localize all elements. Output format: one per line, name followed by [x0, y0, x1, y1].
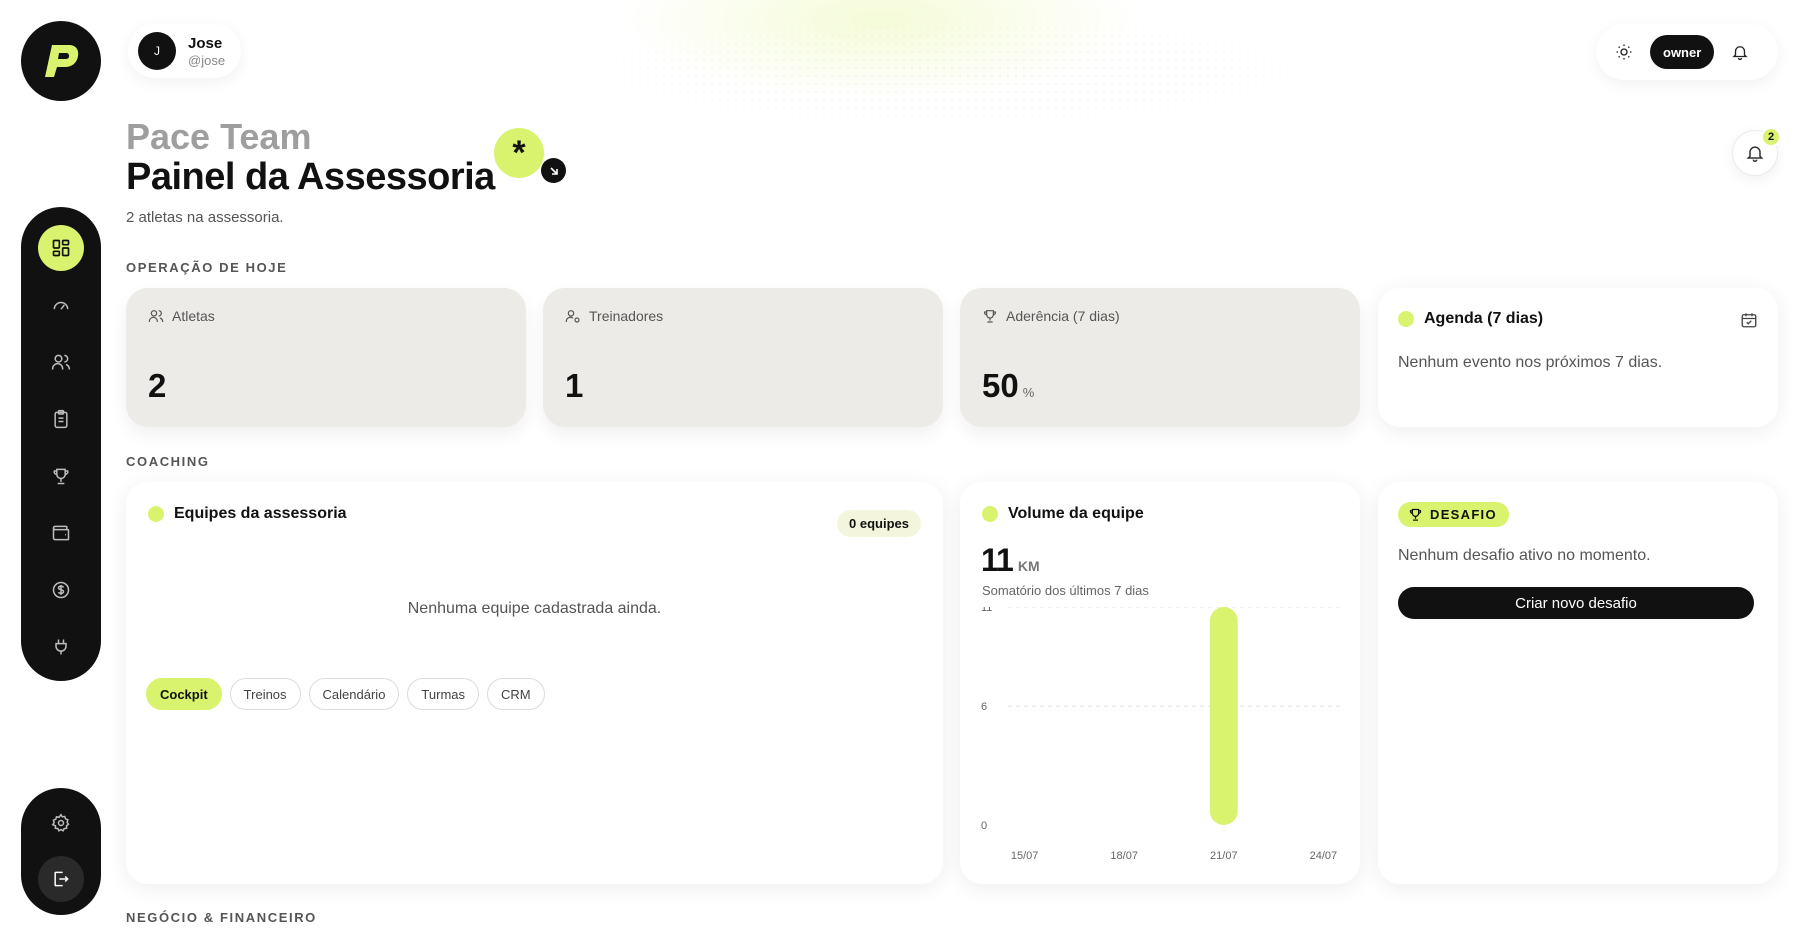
sidebar-nav	[21, 207, 101, 681]
sidebar-item-dashboard[interactable]	[38, 225, 84, 271]
chart-x-tick-label: 15/07	[1011, 850, 1039, 862]
clipboard-icon	[54, 409, 68, 429]
user-handle: @jose	[188, 52, 226, 68]
chart-y-tick-label: 0	[981, 820, 987, 832]
stat-value: 1	[565, 367, 584, 404]
sidebar-item-finance[interactable]	[38, 567, 84, 613]
bell-icon	[1732, 46, 1748, 61]
quick-action-button[interactable]: *	[494, 128, 544, 178]
calendar-icon[interactable]	[1740, 311, 1758, 329]
sidebar-item-wallet[interactable]	[38, 510, 84, 556]
challenge-badge-label: DESAFIO	[1430, 507, 1497, 522]
chart-x-tick-label: 21/07	[1210, 850, 1238, 862]
sidebar-item-athletes[interactable]	[38, 339, 84, 385]
users-icon	[148, 310, 164, 322]
user-cog-icon	[565, 310, 580, 323]
volume-unit: KM	[1017, 558, 1040, 574]
trophy-icon	[53, 468, 69, 485]
status-dot	[982, 506, 998, 522]
trophy-icon	[1409, 508, 1422, 521]
chart-bar	[1209, 607, 1238, 825]
role-badge[interactable]: owner	[1650, 35, 1715, 69]
expand-button[interactable]	[541, 158, 566, 183]
status-dot	[148, 506, 164, 522]
teams-title: Equipes da assessoria	[174, 505, 347, 522]
page-title: Painel da Assessoria	[126, 156, 495, 198]
sidebar-bottom	[21, 788, 101, 915]
notification-count-badge: 2	[1761, 127, 1781, 147]
user-name: Jose	[188, 34, 223, 52]
app-logo[interactable]	[21, 21, 101, 101]
section-label-business: NEGÓCIO & FINANCEIRO	[126, 910, 317, 925]
header-notifications-button[interactable]	[1724, 36, 1756, 68]
stat-card-adherence[interactable]: Aderência (7 dias) 50%	[960, 288, 1360, 427]
dashboard-icon	[52, 239, 70, 257]
plug-icon	[55, 639, 67, 655]
volume-title: Volume da equipe	[1008, 505, 1144, 522]
sun-icon	[1616, 44, 1632, 60]
teams-count-badge: 0 equipes	[837, 510, 921, 537]
teams-tabs: Cockpit Treinos Calendário Turmas CRM	[146, 678, 545, 710]
stat-card-coaches[interactable]: Treinadores 1	[543, 288, 943, 427]
volume-total: 11	[981, 542, 1014, 578]
logout-icon	[54, 871, 69, 887]
sidebar-item-integrations[interactable]	[38, 624, 84, 670]
challenge-badge: DESAFIO	[1398, 502, 1509, 527]
create-challenge-button[interactable]: Criar novo desafio	[1398, 587, 1754, 619]
stat-unit: %	[1022, 385, 1035, 400]
volume-caption: Somatório dos últimos 7 dias	[982, 583, 1149, 598]
stat-label: Treinadores	[589, 308, 664, 324]
team-volume-card: Volume da equipe 11 KM Somatório dos últ…	[960, 482, 1360, 884]
trophy-icon	[983, 310, 997, 323]
chart-y-tick-label: 6	[981, 701, 987, 713]
theme-toggle-button[interactable]	[1608, 36, 1640, 68]
chart-x-tick-label: 24/07	[1310, 850, 1338, 862]
agenda-empty-text: Nenhum evento nos próximos 7 dias.	[1398, 354, 1663, 371]
header-dot-pattern	[500, 0, 1400, 140]
gear-icon	[51, 813, 70, 832]
volume-bar-chart: 0 6 11 15/07 18/07 21/07 24/07	[981, 607, 1340, 862]
tab-crm[interactable]: CRM	[487, 678, 545, 710]
stat-card-athletes[interactable]: Atletas 2	[126, 288, 526, 427]
stat-value: 2	[148, 367, 167, 404]
notifications-button[interactable]: 2	[1732, 127, 1781, 176]
chart-x-tick-label: 18/07	[1110, 850, 1138, 862]
user-profile-chip[interactable]: J Jose @jose	[128, 24, 242, 78]
teams-empty-text: Nenhuma equipe cadastrada ainda.	[407, 600, 662, 617]
stat-label: Atletas	[172, 308, 215, 324]
tab-treinos[interactable]: Treinos	[229, 678, 301, 710]
users-icon	[51, 354, 71, 370]
logo-p-icon	[45, 45, 79, 77]
settings-button[interactable]	[38, 800, 84, 846]
stat-label: Aderência (7 dias)	[1006, 308, 1120, 324]
tab-turmas[interactable]: Turmas	[407, 678, 479, 710]
bell-icon	[1746, 146, 1764, 163]
sidebar-item-performance[interactable]	[38, 282, 84, 328]
teams-card: Equipes da assessoria 0 equipes Nenhuma …	[126, 482, 943, 884]
section-label-coaching: COACHING	[126, 454, 210, 469]
avatar: J	[138, 32, 176, 70]
tab-cockpit[interactable]: Cockpit	[146, 678, 222, 710]
wallet-icon	[52, 525, 70, 541]
dollar-icon	[52, 581, 70, 599]
org-name: Pace Team	[126, 116, 312, 157]
sidebar-item-challenges[interactable]	[38, 453, 84, 499]
stat-value: 50	[982, 367, 1019, 404]
agenda-card[interactable]: Agenda (7 dias) Nenhum evento nos próxim…	[1378, 288, 1778, 427]
logout-button[interactable]	[38, 856, 84, 902]
status-dot	[1398, 311, 1414, 327]
chart-y-tick-label: 11	[981, 607, 992, 614]
header-controls: owner	[1596, 24, 1778, 80]
sidebar-item-plans[interactable]	[38, 396, 84, 442]
gauge-icon	[53, 301, 69, 310]
page-subtitle: 2 atletas na assessoria.	[126, 209, 284, 226]
section-label-today: OPERAÇÃO DE HOJE	[126, 260, 288, 275]
challenge-card: DESAFIO Nenhum desafio ativo no momento.…	[1378, 482, 1778, 884]
agenda-title: Agenda (7 dias)	[1424, 310, 1544, 327]
tab-calendario[interactable]: Calendário	[308, 678, 400, 710]
arrow-down-right-icon	[549, 166, 558, 175]
challenge-empty-text: Nenhum desafio ativo no momento.	[1398, 547, 1651, 564]
